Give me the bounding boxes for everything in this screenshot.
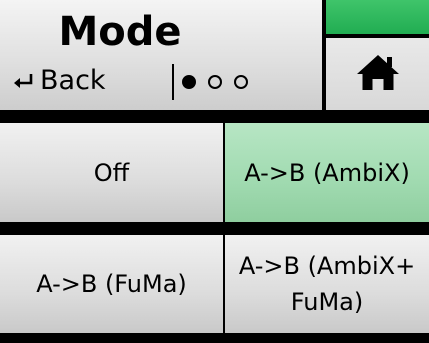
mode-option-off[interactable]: Off — [0, 123, 223, 222]
back-button[interactable]: Back — [12, 60, 162, 102]
mode-option-ambix[interactable]: A->B (AmbiX) — [225, 123, 429, 222]
page-indicator — [182, 64, 248, 100]
mode-option-ambix-fuma[interactable]: A->B (AmbiX+ FuMa) — [225, 235, 429, 333]
home-button[interactable] — [326, 38, 429, 110]
return-arrow-icon — [12, 70, 34, 92]
mode-option-label: A->B (AmbiX+ FuMa) — [239, 248, 415, 320]
mode-option-fuma[interactable]: A->B (FuMa) — [0, 235, 223, 333]
page-title: Mode — [58, 9, 182, 55]
mode-option-label: Off — [93, 158, 130, 187]
back-label: Back — [40, 65, 106, 96]
page-dot — [208, 75, 222, 89]
mode-option-label: A->B (FuMa) — [36, 270, 187, 298]
home-icon — [355, 52, 401, 96]
page-dot-active — [182, 75, 196, 89]
mode-option-label-line2: FuMa) — [290, 288, 364, 316]
mode-option-label-line1: A->B (AmbiX+ — [238, 252, 416, 280]
mode-option-label: A->B (AmbiX) — [244, 158, 410, 187]
header-separator — [172, 64, 174, 100]
mode-screen: Mode Back Off A->B (AmbiX) A->B (FuMa) A… — [0, 0, 429, 343]
status-indicator-bar — [326, 0, 429, 34]
page-dot — [234, 75, 248, 89]
